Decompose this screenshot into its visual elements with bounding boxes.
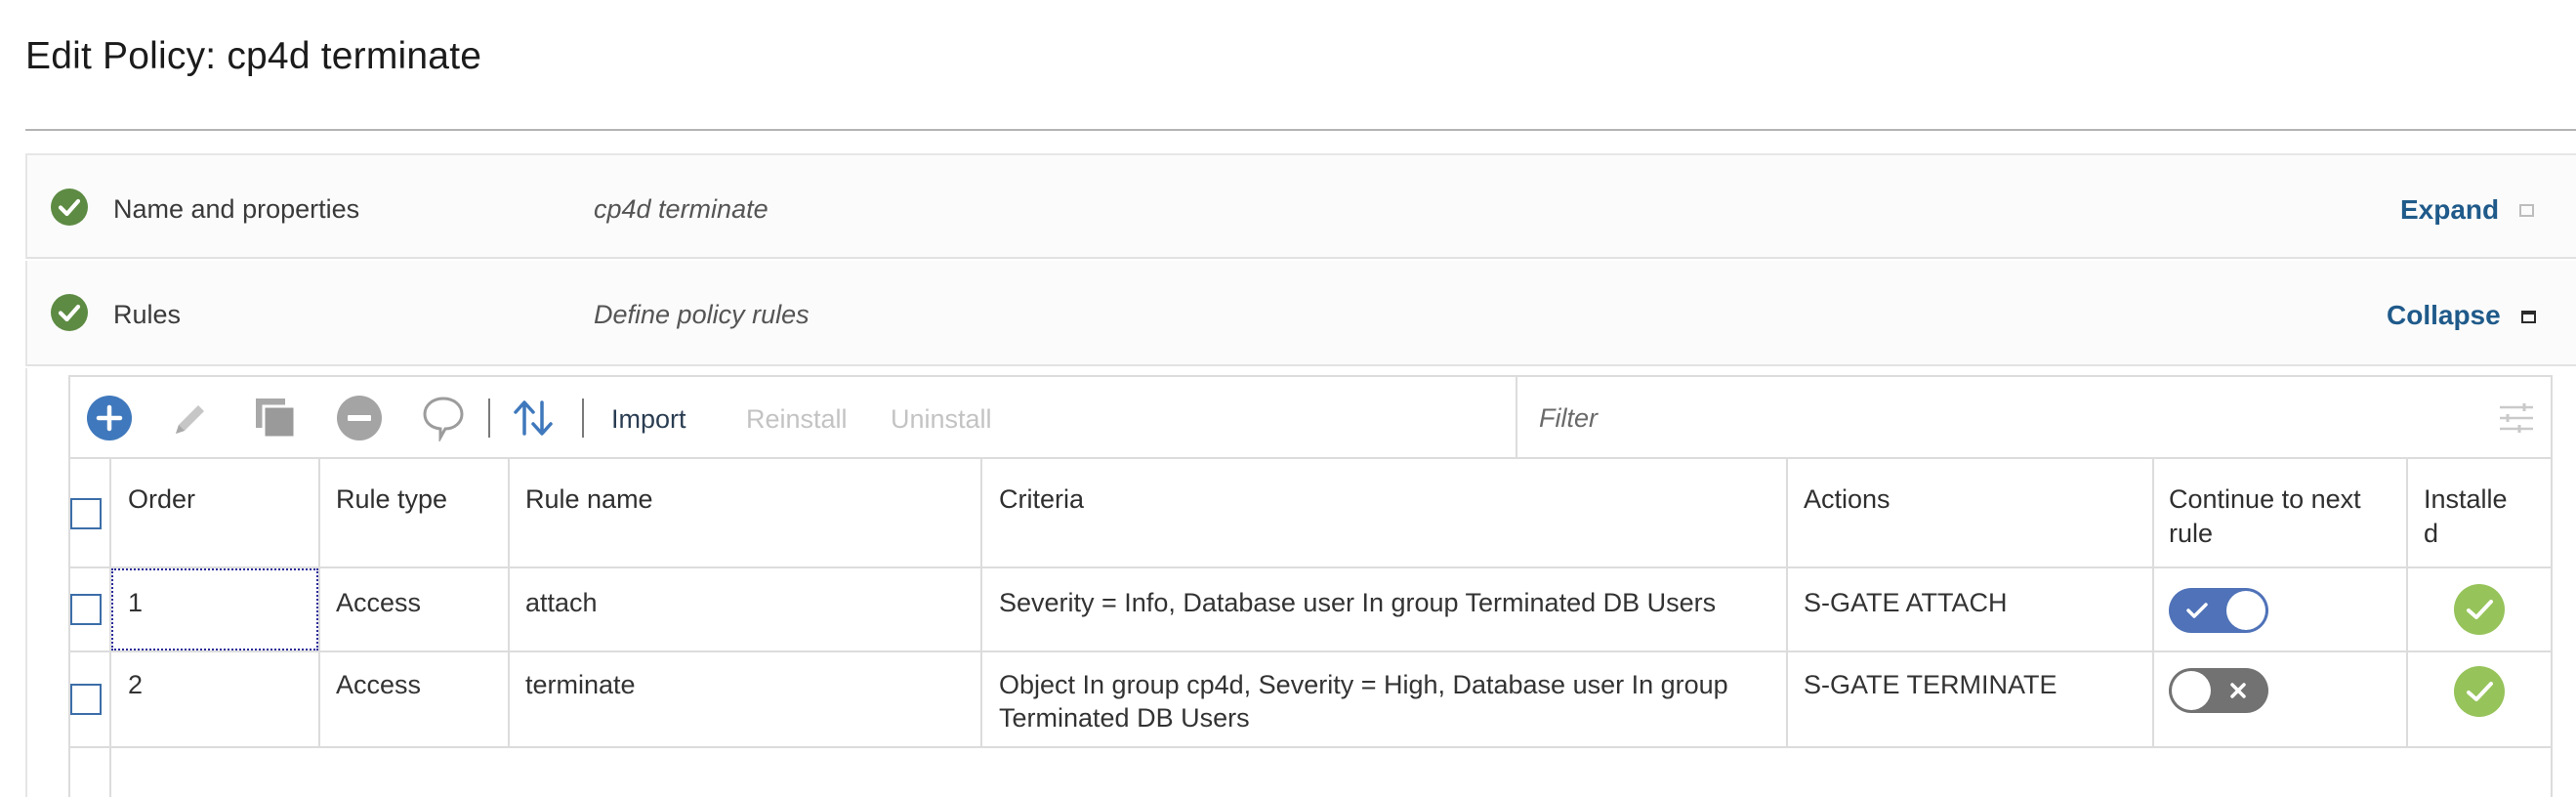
section-description: Define policy rules	[594, 300, 810, 329]
cell-rule-name: terminate	[525, 670, 636, 699]
header-line: Continue to next	[2169, 484, 2361, 514]
row-checkbox[interactable]	[70, 684, 102, 715]
header-installed[interactable]: Installe d	[2424, 482, 2508, 551]
criteria-line: Object In group cp4d, Severity = High, D…	[999, 670, 1728, 699]
remove-icon[interactable]	[336, 395, 383, 441]
edit-icon[interactable]	[166, 395, 213, 441]
row-divider	[68, 746, 2553, 748]
filter-options-icon[interactable]	[2498, 400, 2535, 436]
header-line: d	[2424, 519, 2439, 548]
cell-actions: S-GATE ATTACH	[1804, 588, 2008, 617]
cell-rule-type: Access	[336, 588, 422, 617]
panel-border	[25, 368, 27, 797]
section-label: Name and properties	[113, 194, 360, 224]
expand-link[interactable]: Expand	[2400, 194, 2499, 226]
col-divider	[318, 459, 320, 748]
cell-criteria: Severity = Info, Database user In group …	[999, 588, 1717, 617]
filter-input[interactable]	[1539, 398, 2418, 438]
section-name-and-properties[interactable]: Name and properties cp4d terminate Expan…	[25, 153, 2576, 259]
installed-check-icon	[2454, 666, 2505, 717]
cell-order: 1	[128, 588, 144, 617]
comment-icon[interactable]	[420, 395, 467, 443]
select-all-checkbox[interactable]	[70, 498, 102, 529]
installed-check-icon	[2454, 584, 2505, 635]
sort-icon[interactable]	[510, 395, 557, 441]
cell-actions: S-GATE TERMINATE	[1804, 670, 2057, 699]
row-checkbox[interactable]	[70, 594, 102, 625]
rules-toolbar: Import Reinstall Uninstall	[68, 375, 2553, 459]
header-rule-type[interactable]: Rule type	[336, 482, 447, 517]
cell-criteria: Object In group cp4d, Severity = High, D…	[999, 668, 1728, 734]
section-rules[interactable]: Rules Define policy rules Collapse	[25, 261, 2576, 366]
header-line: rule	[2169, 519, 2214, 548]
uninstall-button[interactable]: Uninstall	[891, 404, 992, 435]
continue-toggle[interactable]	[2169, 668, 2268, 713]
section-complete-check-icon	[51, 189, 88, 226]
toolbar-separator	[488, 398, 490, 438]
toggle-knob	[2172, 671, 2211, 710]
col-divider	[980, 459, 982, 748]
criteria-line: Terminated DB Users	[999, 703, 1250, 733]
add-icon[interactable]	[86, 395, 133, 441]
section-label: Rules	[113, 300, 182, 329]
expand-square-icon[interactable]	[2519, 204, 2534, 217]
col-divider	[2406, 459, 2408, 748]
header-continue-to-next-rule[interactable]: Continue to next rule	[2169, 482, 2361, 551]
collapse-square-icon[interactable]	[2521, 311, 2536, 323]
header-line: Installe	[2424, 484, 2508, 514]
copy-icon[interactable]	[252, 395, 299, 441]
page-title: Edit Policy: cp4d terminate	[25, 35, 482, 77]
import-button[interactable]: Import	[611, 404, 686, 435]
header-order[interactable]: Order	[128, 482, 195, 517]
title-divider	[25, 129, 2576, 131]
col-divider	[508, 459, 510, 748]
collapse-link[interactable]: Collapse	[2387, 300, 2501, 331]
col-divider	[1786, 459, 1788, 748]
section-complete-check-icon	[51, 294, 88, 331]
header-criteria[interactable]: Criteria	[999, 482, 1084, 517]
toggle-knob	[2226, 591, 2265, 630]
cell-rule-name: attach	[525, 588, 598, 617]
cell-rule-type: Access	[336, 670, 422, 699]
header-rule-name[interactable]: Rule name	[525, 482, 653, 517]
header-actions[interactable]: Actions	[1804, 482, 1890, 517]
cell-order: 2	[128, 670, 144, 699]
toolbar-separator	[582, 398, 584, 438]
col-divider	[2152, 459, 2154, 748]
continue-toggle[interactable]	[2169, 588, 2268, 633]
reinstall-button[interactable]: Reinstall	[746, 404, 848, 435]
filter-container	[1516, 377, 2553, 457]
row-divider	[68, 650, 2553, 652]
section-description: cp4d terminate	[594, 194, 769, 224]
